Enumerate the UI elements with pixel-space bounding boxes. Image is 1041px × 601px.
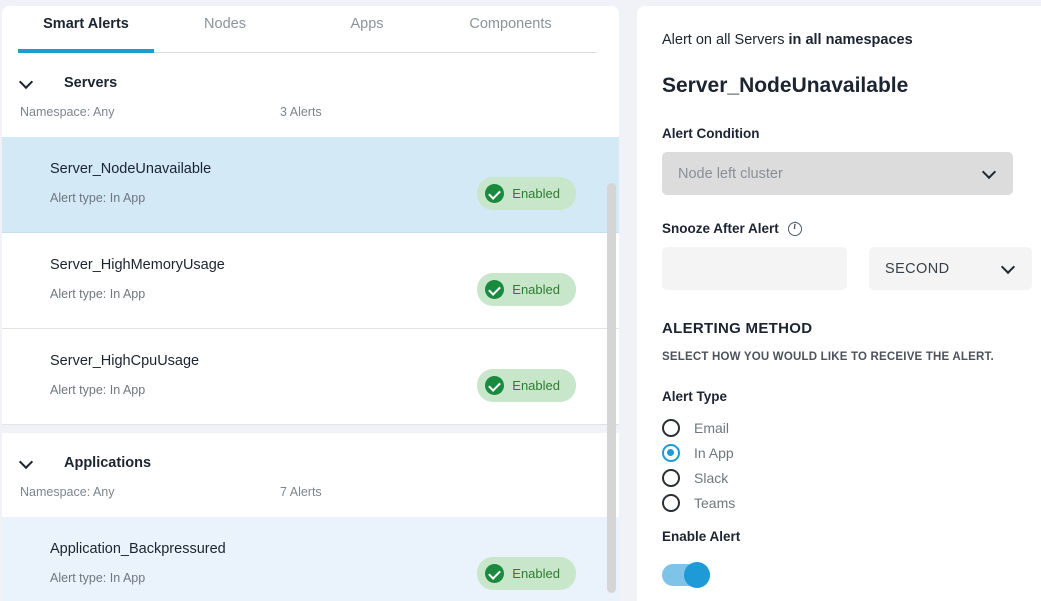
alert-condition-label-text: Alert Condition bbox=[662, 126, 760, 141]
tab-components[interactable]: Components bbox=[438, 6, 583, 53]
tab-smart-alerts[interactable]: Smart Alerts bbox=[18, 6, 154, 53]
group-alert-count: 7 Alerts bbox=[280, 485, 322, 499]
alert-name: Server_NodeUnavailable bbox=[50, 161, 212, 177]
group-namespace: Namespace: Any bbox=[20, 485, 115, 499]
enable-alert-toggle[interactable] bbox=[662, 562, 710, 588]
alert-group-header-card: Servers Namespace: Any 3 Alerts bbox=[2, 53, 619, 137]
status-badge: Enabled bbox=[477, 369, 576, 402]
status-badge: Enabled bbox=[477, 557, 576, 590]
check-circle-icon bbox=[485, 564, 505, 583]
check-circle-icon bbox=[485, 376, 505, 395]
status-badge-label: Enabled bbox=[512, 566, 560, 581]
radio-label: Slack bbox=[694, 469, 729, 486]
group-title-row: Applications bbox=[20, 455, 601, 471]
snooze-controls: SECOND bbox=[662, 247, 1041, 290]
alert-condition-label: Alert Condition bbox=[662, 126, 1041, 141]
radio-option-in-app[interactable]: In App bbox=[662, 440, 1041, 465]
info-icon[interactable] bbox=[787, 221, 802, 236]
alert-detail-panel: Alert on all Servers in all namespaces S… bbox=[637, 6, 1041, 601]
enable-alert-label: Enable Alert bbox=[662, 529, 1041, 544]
radio-indicator[interactable] bbox=[662, 468, 680, 487]
group-namespace: Namespace: Any bbox=[20, 105, 115, 119]
tab-nodes[interactable]: Nodes bbox=[154, 6, 296, 53]
alert-type-radio-group: Email In App Slack Teams bbox=[662, 415, 1041, 515]
alert-row-text: Application_Backpressured Alert type: In … bbox=[50, 541, 477, 585]
group-name: Servers bbox=[64, 75, 118, 91]
chevron-down-icon bbox=[20, 456, 34, 470]
alerts-configuration-screen: Smart Alerts Nodes Apps Components Servers N… bbox=[0, 0, 1041, 601]
alert-type: Alert type: In App bbox=[50, 383, 146, 397]
group-divider bbox=[2, 425, 619, 433]
alert-name: Application_Backpressured bbox=[50, 541, 226, 557]
snooze-after-alert-label: Snooze After Alert bbox=[662, 221, 1041, 236]
detail-scope-strong: in all namespaces bbox=[788, 32, 913, 48]
alert-row-text: Server_NodeUnavailable Alert type: In App bbox=[50, 161, 477, 205]
check-circle-icon bbox=[485, 184, 505, 203]
radio-indicator[interactable] bbox=[662, 493, 680, 512]
alerting-method-heading: ALERTING METHOD bbox=[662, 320, 813, 337]
alert-type: Alert type: In App bbox=[50, 571, 146, 585]
status-badge-label: Enabled bbox=[512, 282, 560, 297]
alert-condition-select[interactable]: Node left cluster bbox=[662, 152, 1013, 195]
alert-condition-value: Node left cluster bbox=[678, 165, 783, 182]
radio-option-email[interactable]: Email bbox=[662, 415, 1041, 440]
enable-alert-label-text: Enable Alert bbox=[662, 529, 741, 544]
chevron-down-icon bbox=[20, 76, 34, 90]
alert-group-header-card: Applications Namespace: Any 7 Alerts bbox=[2, 433, 619, 517]
check-circle-icon bbox=[485, 280, 505, 299]
alert-name: Server_HighCpuUsage bbox=[50, 353, 200, 369]
group-meta: Namespace: Any 3 Alerts bbox=[20, 91, 601, 137]
alert-row[interactable]: Application_Backpressured Alert type: In … bbox=[2, 517, 619, 601]
group-title-row: Servers bbox=[20, 75, 601, 91]
radio-indicator[interactable] bbox=[662, 418, 680, 437]
radio-option-slack[interactable]: Slack bbox=[662, 465, 1041, 490]
alert-type-label: Alert Type bbox=[662, 389, 1041, 404]
radio-indicator[interactable] bbox=[662, 443, 680, 462]
alert-row-text: Server_HighCpuUsage Alert type: In App bbox=[50, 353, 477, 397]
status-badge: Enabled bbox=[477, 177, 576, 210]
group-meta: Namespace: Any 7 Alerts bbox=[20, 471, 601, 517]
tab-bar: Smart Alerts Nodes Apps Components bbox=[2, 6, 619, 53]
tab-apps[interactable]: Apps bbox=[296, 6, 438, 53]
alerts-scroll-area[interactable]: Servers Namespace: Any 3 Alerts Server_Node… bbox=[2, 53, 619, 601]
alert-type: Alert type: In App bbox=[50, 287, 146, 301]
alert-type: Alert type: In App bbox=[50, 191, 146, 205]
detail-scope-text: Alert on all Servers in all namespaces bbox=[662, 32, 1041, 48]
alert-name: Server_HighMemoryUsage bbox=[50, 257, 225, 273]
snooze-unit-value: SECOND bbox=[885, 260, 950, 277]
alerts-list-panel: Smart Alerts Nodes Apps Components Servers N… bbox=[2, 6, 619, 601]
status-badge-label: Enabled bbox=[512, 378, 560, 393]
detail-scope-prefix: Alert on all Servers bbox=[662, 32, 789, 48]
group-toggle-servers[interactable]: Servers Namespace: Any 3 Alerts bbox=[20, 53, 601, 137]
alert-type-label-text: Alert Type bbox=[662, 389, 728, 404]
radio-label: Email bbox=[694, 419, 730, 436]
snooze-value-input[interactable] bbox=[662, 247, 847, 290]
alert-row[interactable]: Server_NodeUnavailable Alert type: In App… bbox=[2, 137, 619, 233]
group-name: Applications bbox=[64, 455, 152, 471]
snooze-unit-select[interactable]: SECOND bbox=[869, 247, 1032, 290]
scrollbar-thumb[interactable] bbox=[607, 183, 616, 593]
radio-label: In App bbox=[694, 444, 734, 461]
toggle-knob bbox=[684, 562, 710, 588]
alert-row[interactable]: Server_HighCpuUsage Alert type: In App Ena… bbox=[2, 329, 619, 425]
radio-option-teams[interactable]: Teams bbox=[662, 490, 1041, 515]
alert-row[interactable]: Server_HighMemoryUsage Alert type: In App… bbox=[2, 233, 619, 329]
status-badge: Enabled bbox=[477, 273, 576, 306]
group-toggle-applications[interactable]: Applications Namespace: Any 7 Alerts bbox=[20, 433, 601, 517]
alerting-method-subtext: SELECT HOW YOU WOULD LIKE TO RECEIVE THE… bbox=[662, 351, 994, 363]
group-alert-count: 3 Alerts bbox=[280, 105, 322, 119]
scrollbar-track[interactable] bbox=[607, 53, 616, 601]
snooze-after-alert-label-text: Snooze After Alert bbox=[662, 221, 779, 236]
chevron-down-icon bbox=[1003, 262, 1014, 273]
radio-label: Teams bbox=[694, 494, 736, 511]
detail-title: Server_NodeUnavailable bbox=[662, 74, 909, 97]
status-badge-label: Enabled bbox=[512, 186, 560, 201]
alert-row-text: Server_HighMemoryUsage Alert type: In App bbox=[50, 257, 477, 301]
chevron-down-icon bbox=[984, 167, 995, 178]
